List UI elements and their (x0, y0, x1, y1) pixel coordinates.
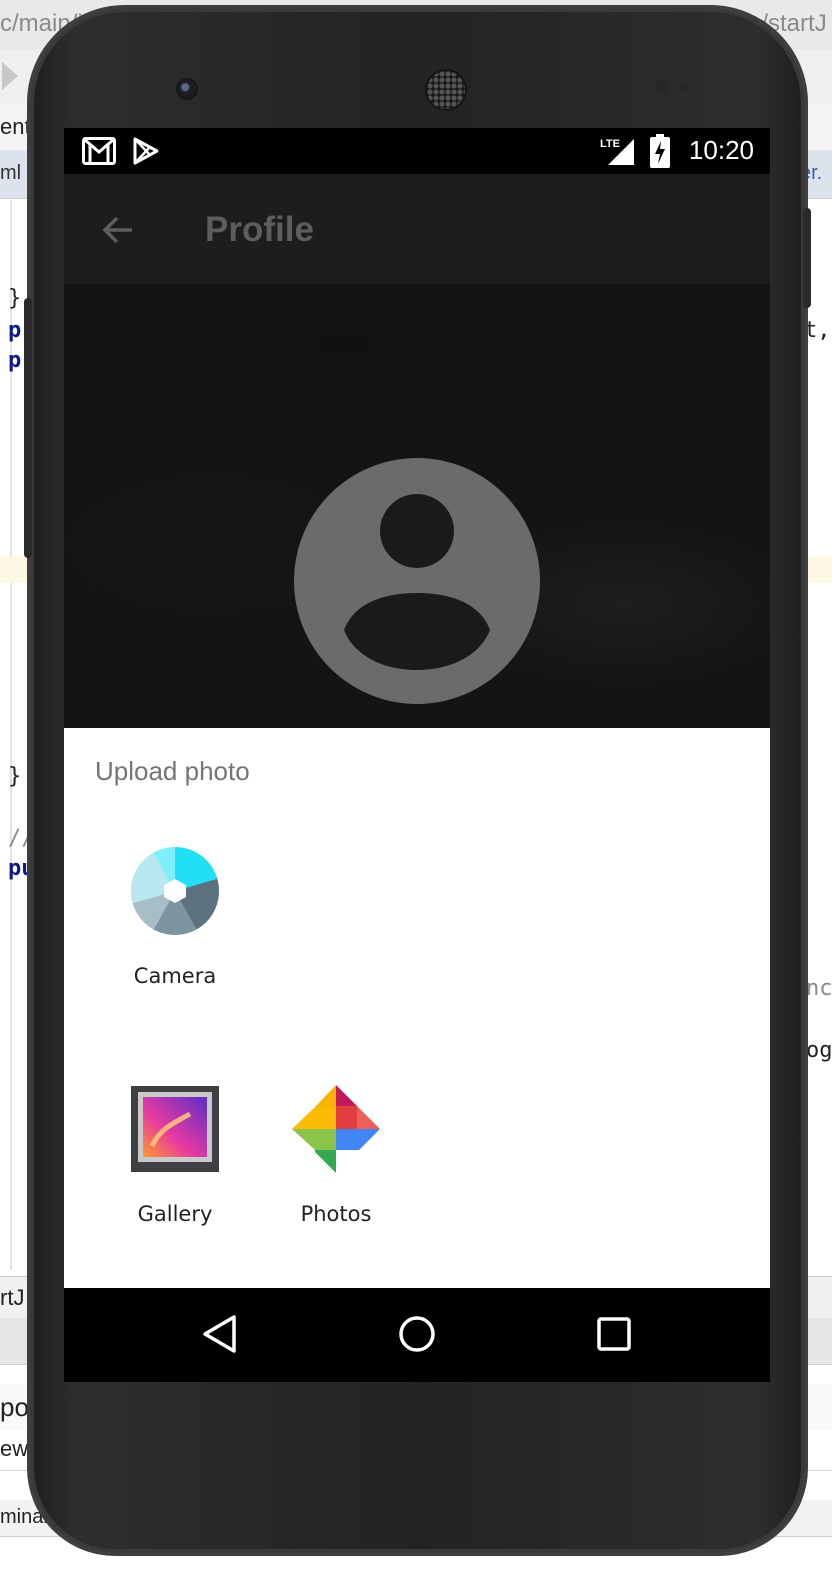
sheet-title: Upload photo (95, 756, 250, 786)
code-brace: } (8, 286, 22, 311)
proximity-sensor (654, 80, 668, 94)
status-bar: LTE 10:20 (64, 128, 770, 174)
ide-panel-label[interactable]: ew (0, 1436, 28, 1462)
google-photos-icon (292, 1085, 380, 1173)
back-nav-icon[interactable] (201, 1314, 241, 1354)
photos-app-label: Photos (300, 1202, 372, 1226)
page-title: Profile (205, 210, 314, 249)
front-camera (178, 80, 196, 98)
account-circle-icon[interactable] (294, 458, 540, 704)
code-fragment: og (806, 1038, 832, 1063)
gallery-app-icon (131, 1086, 219, 1172)
home-nav-icon[interactable] (397, 1314, 437, 1354)
code-keyword: p (8, 348, 22, 373)
gmail-icon (82, 137, 116, 165)
code-brace: } (8, 764, 22, 789)
light-sensor (680, 83, 688, 91)
gallery-app-label: Gallery (137, 1202, 213, 1226)
svg-text:LTE: LTE (600, 138, 620, 150)
earpiece-speaker (427, 71, 465, 109)
power-button[interactable] (803, 208, 811, 308)
recents-nav-icon[interactable] (594, 1314, 634, 1354)
ide-bottom-label[interactable]: rtJ (0, 1285, 24, 1311)
arrow-back-icon[interactable] (100, 212, 136, 248)
code-fragment: nc (806, 976, 832, 1001)
battery-charging-icon (650, 134, 670, 168)
camera-app-icon (131, 847, 219, 935)
camera-app-label: Camera (133, 964, 217, 988)
photos-app-option[interactable]: Photos (261, 1084, 411, 1226)
ide-file-tab-left[interactable]: ml (0, 162, 21, 185)
camera-app-option[interactable]: Camera (100, 846, 250, 988)
app-toolbar: Profile (64, 174, 770, 284)
profile-screen-dimmed: Profile (64, 174, 770, 728)
profile-header-image (64, 284, 770, 728)
navigation-bar (64, 1288, 770, 1382)
ide-tab-label[interactable]: ent (0, 114, 31, 140)
upload-photo-sheet: Upload photo Camera Gallery Photos (64, 728, 770, 1288)
lte-signal-icon: LTE (600, 138, 634, 165)
status-time: 10:20 (688, 135, 754, 165)
code-keyword: p (8, 318, 22, 343)
play-store-icon (133, 137, 159, 165)
device-screen: LTE 10:20 Profile Upload photo Camera Ga… (64, 128, 770, 1382)
code-fragment: t, (804, 318, 831, 343)
volume-button[interactable] (24, 298, 32, 558)
gallery-app-option[interactable]: Gallery (100, 1084, 250, 1226)
run-icon[interactable] (2, 62, 18, 90)
